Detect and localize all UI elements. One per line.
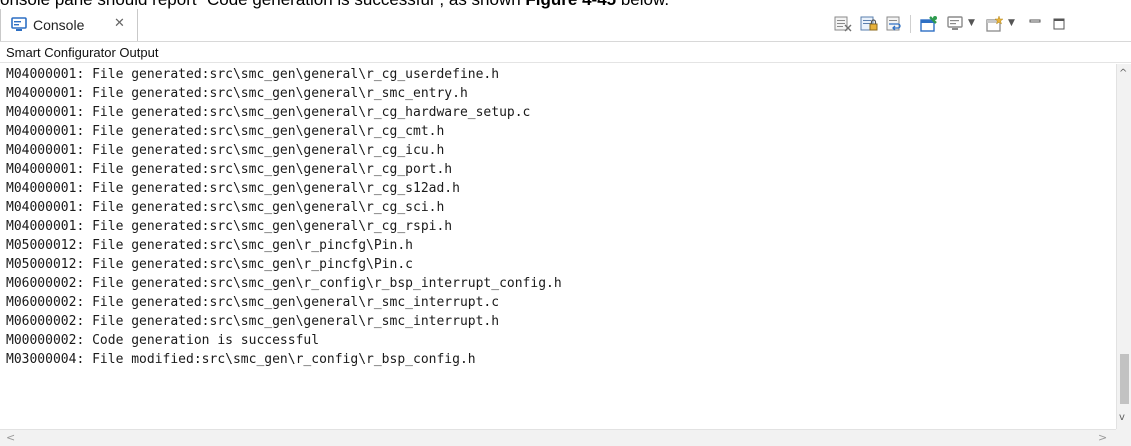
console-line: M03000004: File modified:src\smc_gen\r_c… [6, 352, 476, 367]
console-line: M05000012: File generated:src\smc_gen\r_… [6, 257, 413, 272]
chevron-right-icon[interactable]: > [1098, 431, 1107, 444]
console-line: M04000001: File generated:src\smc_gen\ge… [6, 181, 460, 196]
console-line: M05000012: File generated:src\smc_gen\r_… [6, 238, 413, 253]
console-icon [11, 17, 27, 37]
console-line: M04000001: File generated:src\smc_gen\ge… [6, 86, 468, 101]
display-console-icon[interactable] [944, 13, 966, 35]
view-tab-bar: Console ✕ ▼ ▼ [0, 9, 1131, 42]
console-line: M04000001: File generated:src\smc_gen\ge… [6, 105, 531, 120]
chevron-down-icon[interactable]: ▼ [1008, 18, 1015, 28]
minimize-icon[interactable] [1024, 13, 1046, 35]
chevron-up-icon[interactable]: ^ [1119, 68, 1127, 79]
caption-suffix: below. [616, 0, 669, 9]
console-view: Console ✕ ▼ ▼ Smart Configurator Output … [0, 9, 1131, 446]
scrollbar-corner [1116, 429, 1131, 446]
console-line: M04000001: File generated:src\smc_gen\ge… [6, 162, 453, 177]
vertical-scrollbar[interactable]: ^ v [1116, 64, 1131, 429]
console-line: M04000001: File generated:src\smc_gen\ge… [6, 200, 445, 215]
console-line: M06000002: File generated:src\smc_gen\ge… [6, 295, 500, 310]
chevron-down-icon[interactable]: ▼ [968, 18, 975, 28]
figure-reference: Figure 4-45 [525, 0, 616, 9]
console-line: M04000001: File generated:src\smc_gen\ge… [6, 143, 445, 158]
tab-console-label: Console [33, 17, 85, 33]
scroll-lock-icon[interactable] [858, 13, 880, 35]
console-line: M06000002: File generated:src\smc_gen\ge… [6, 314, 500, 329]
chevron-left-icon[interactable]: < [6, 431, 15, 444]
horizontal-scrollbar[interactable]: < > [0, 429, 1116, 446]
open-console-icon[interactable] [984, 13, 1006, 35]
console-line: M04000001: File generated:src\smc_gen\ge… [6, 219, 453, 234]
maximize-icon[interactable] [1048, 13, 1070, 35]
scrollbar-thumb[interactable] [1120, 354, 1129, 404]
console-output[interactable]: M04000001: File generated:src\smc_gen\ge… [0, 64, 1116, 425]
pin-console-icon[interactable] [918, 13, 940, 35]
figure-caption: onsole pane should report “Code generati… [0, 0, 1131, 9]
console-line: M04000001: File generated:src\smc_gen\ge… [6, 124, 445, 139]
tab-console[interactable]: Console ✕ [0, 9, 138, 41]
caption-text: onsole pane should report “Code generati… [0, 0, 525, 9]
chevron-down-icon[interactable]: v [1119, 412, 1125, 423]
console-line: M04000001: File generated:src\smc_gen\ge… [6, 67, 500, 82]
clear-console-icon[interactable] [832, 13, 854, 35]
toolbar-separator [910, 15, 911, 33]
word-wrap-icon[interactable] [884, 13, 906, 35]
console-line: M00000002: Code generation is successful [6, 333, 320, 348]
close-icon[interactable]: ✕ [114, 16, 125, 31]
console-line: M06000002: File generated:src\smc_gen\r_… [6, 276, 562, 291]
console-title: Smart Configurator Output [0, 42, 1131, 63]
